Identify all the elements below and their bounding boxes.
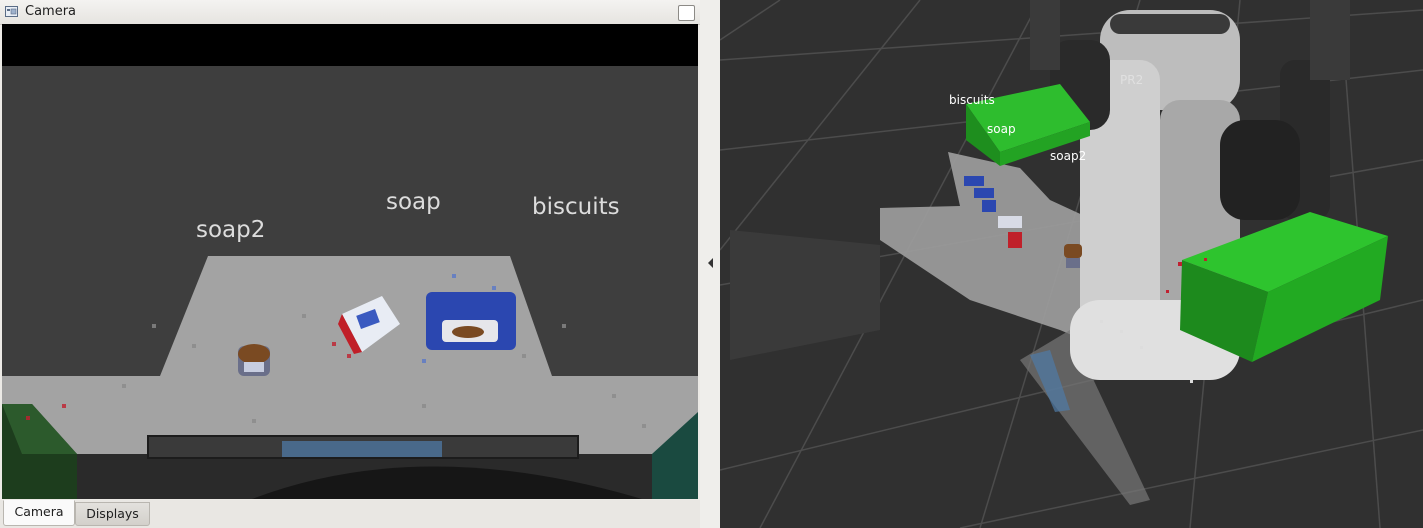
- window-icon: [5, 6, 18, 17]
- scene-label-soap2: soap2: [1050, 149, 1086, 163]
- scene-label-biscuits: biscuits: [949, 93, 995, 107]
- panel-tab-bar: Camera Displays: [0, 500, 700, 528]
- camera-label-biscuits: biscuits: [532, 194, 620, 220]
- undock-button[interactable]: [678, 5, 695, 21]
- biscuits-object: [426, 292, 516, 350]
- collapse-arrow-icon[interactable]: [708, 258, 713, 268]
- camera-panel: Camera soap2 soap biscuits Camera Displa…: [0, 0, 700, 528]
- camera-label-soap: soap: [386, 189, 441, 215]
- camera-image-view[interactable]: soap2 soap biscuits: [2, 24, 698, 499]
- soap2-object: [238, 344, 270, 376]
- robot-label: PR2: [1120, 73, 1143, 87]
- camera-titlebar[interactable]: Camera: [0, 0, 700, 25]
- 3d-scene-view[interactable]: PR2 biscuits soap soap2: [720, 0, 1423, 528]
- soap2-cloud: [1064, 244, 1082, 268]
- scene-label-soap: soap: [987, 122, 1016, 136]
- tab-camera[interactable]: Camera: [3, 500, 75, 526]
- tab-displays[interactable]: Displays: [75, 502, 150, 526]
- camera-panel-title: Camera: [25, 4, 77, 19]
- camera-label-soap2: soap2: [196, 217, 265, 243]
